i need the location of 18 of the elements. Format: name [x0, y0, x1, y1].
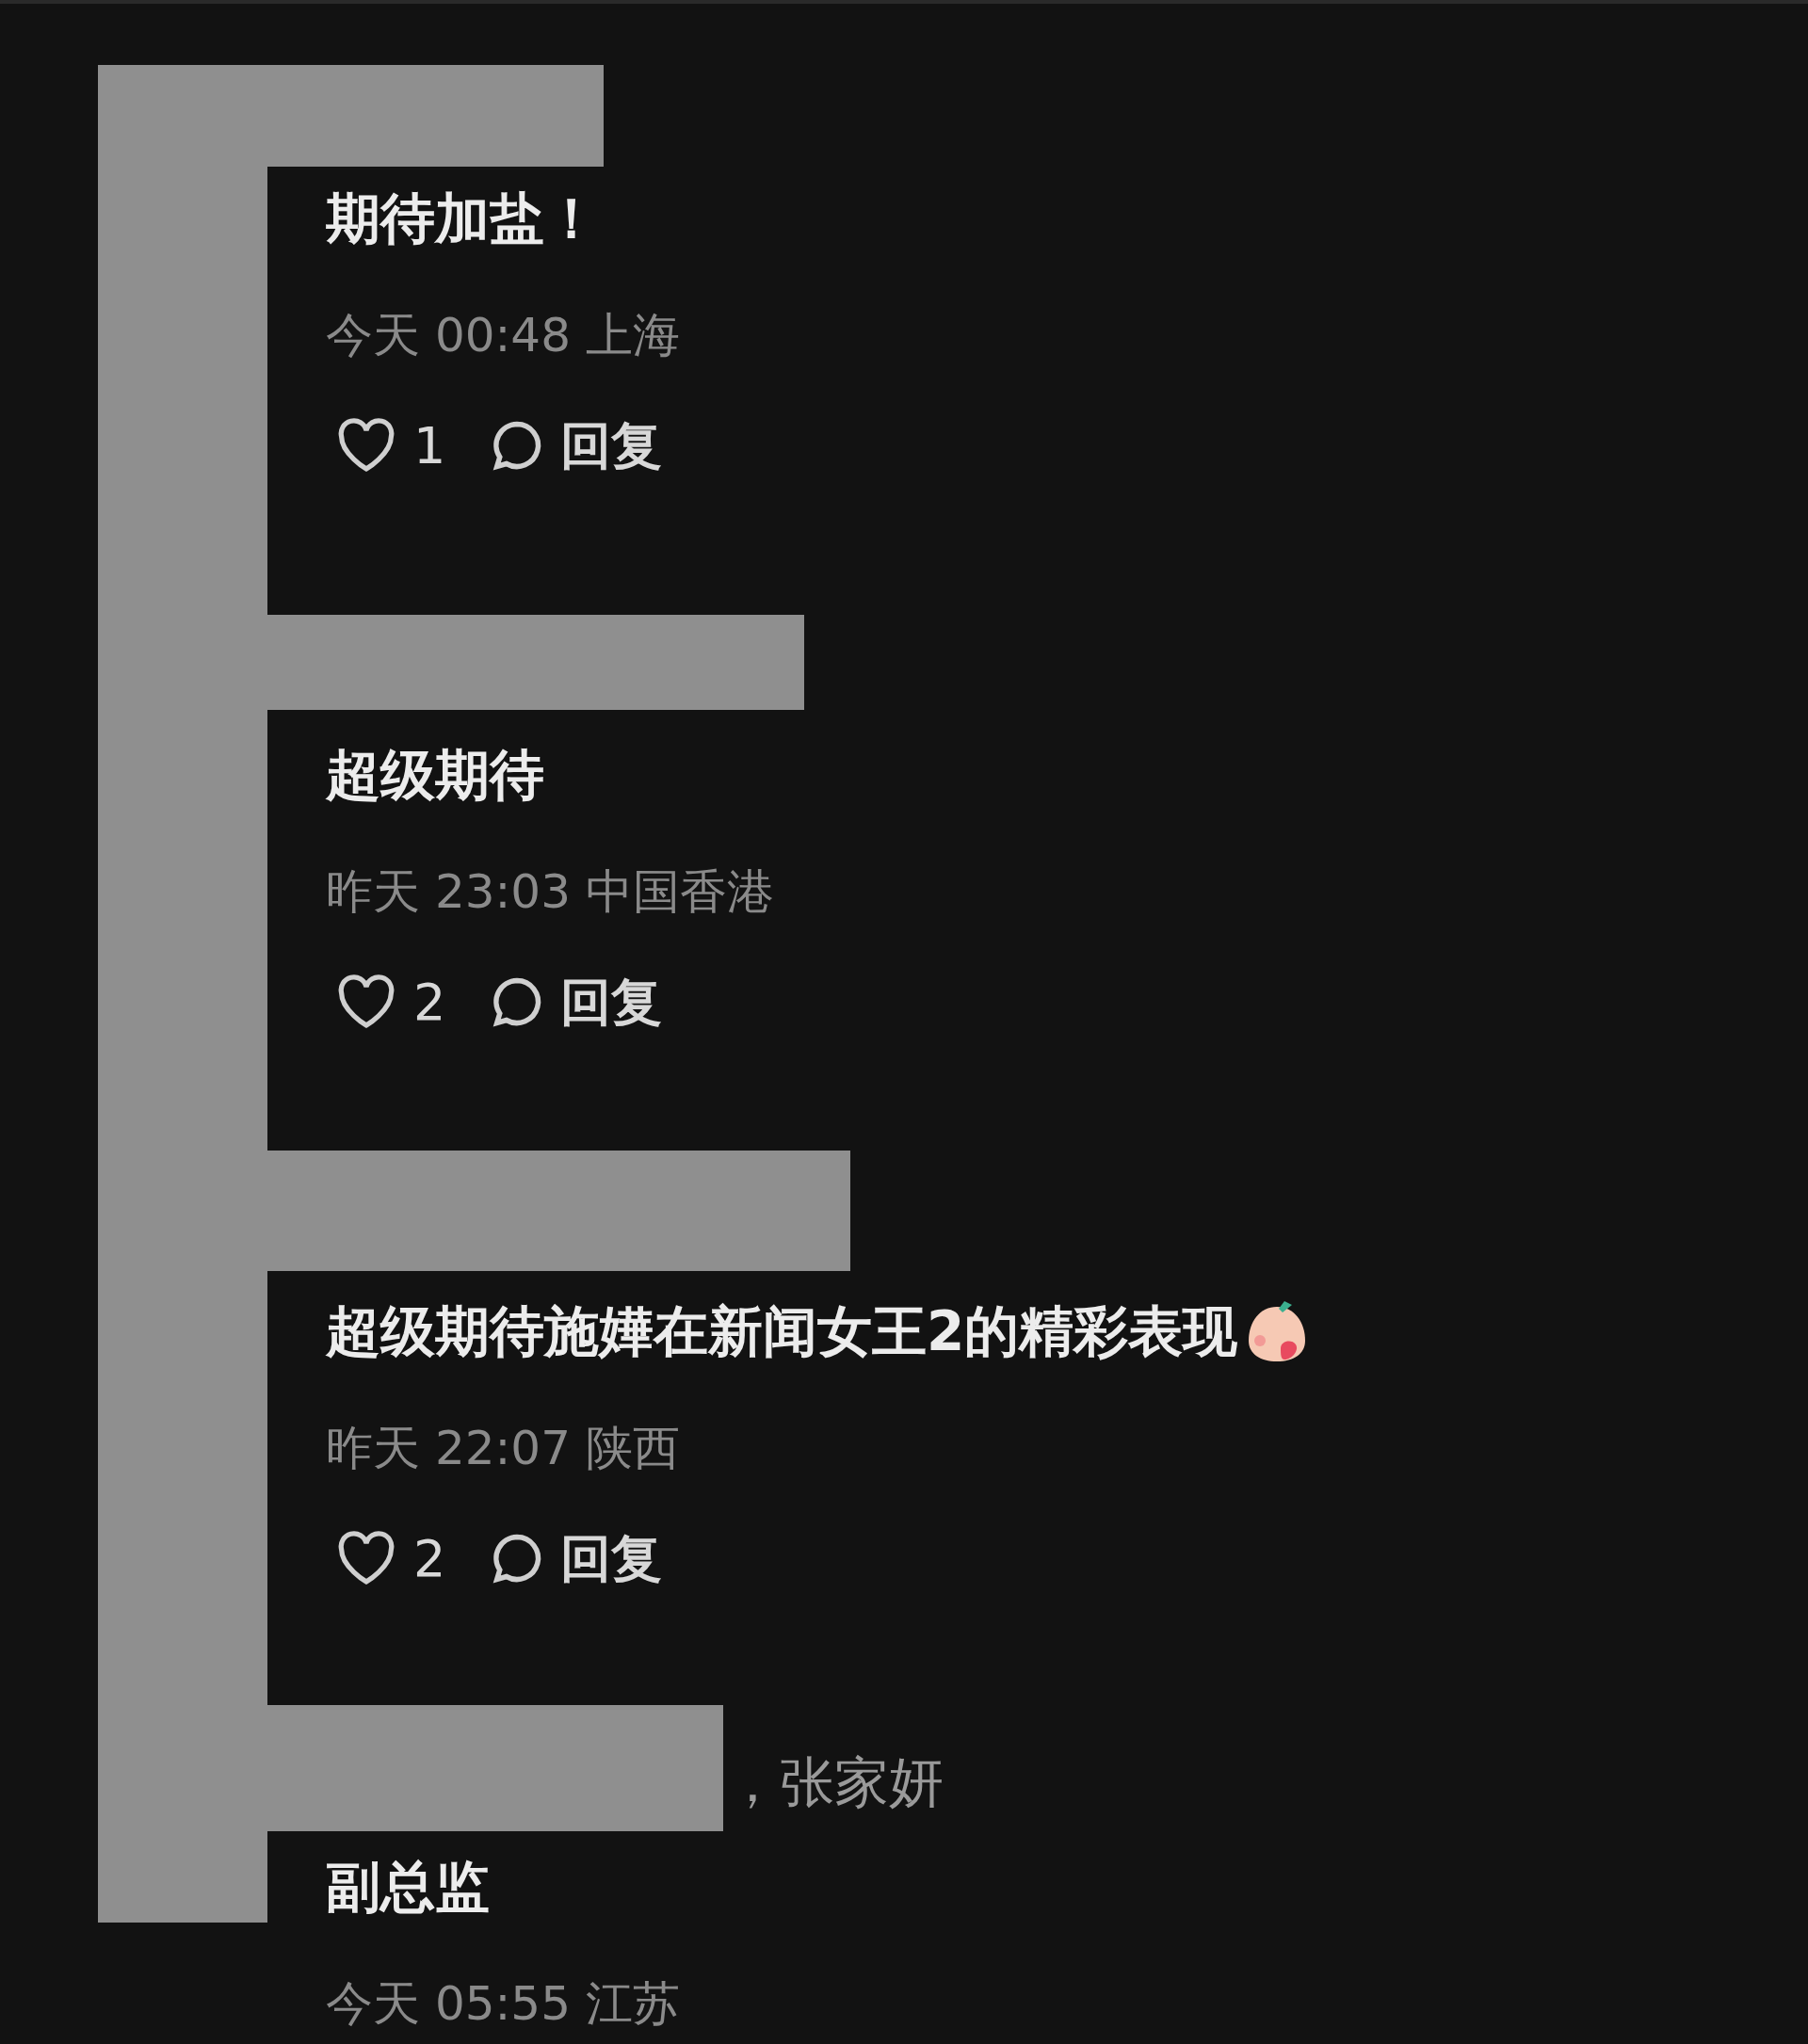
like-count: 2: [413, 971, 446, 1034]
reply-button[interactable]: 回复: [489, 407, 663, 484]
comment-text: 期待加盐！: [326, 188, 599, 249]
like-count: 1: [413, 414, 446, 477]
comment-meta: 昨天 22:07 陕西: [326, 1422, 680, 1474]
comment-text: 超级期待: [326, 745, 544, 805]
comment-text: 副总监: [326, 1857, 490, 1917]
heart-icon[interactable]: [336, 1531, 396, 1585]
comment-meta: 昨天 23:03 中国香港: [326, 865, 774, 918]
heart-icon[interactable]: [336, 418, 396, 473]
reply-button[interactable]: 回复: [489, 1520, 663, 1597]
comment-text: 超级期待施嬅在新闻女王2的精彩表现: [326, 1301, 1238, 1361]
comment-author[interactable]: ，张家妍: [725, 1752, 944, 1812]
reply-button[interactable]: 回复: [489, 963, 663, 1040]
heart-icon[interactable]: [336, 974, 396, 1029]
like-count: 2: [413, 1527, 446, 1590]
comment-meta: 今天 05:55 江苏: [326, 1977, 680, 2030]
comment-meta: 今天 00:48 上海: [326, 309, 680, 362]
